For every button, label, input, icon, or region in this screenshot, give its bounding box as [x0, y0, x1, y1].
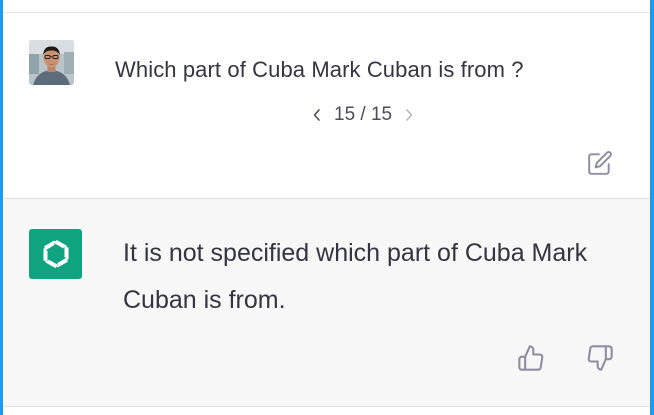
pager-separator: / — [360, 104, 366, 125]
thumbs-down-icon — [587, 345, 613, 371]
pager-total: 15 — [370, 104, 393, 125]
user-message-text: Which part of Cuba Mark Cuban is from ? — [115, 57, 524, 82]
pager-label: 15 / 15 — [334, 104, 392, 126]
chevron-left-icon — [313, 109, 320, 121]
next-message-edge — [3, 407, 650, 415]
assistant-message-text: It is not specified which part of Cuba M… — [123, 239, 588, 314]
chevron-right-icon — [406, 109, 413, 121]
edit-message-button[interactable] — [586, 149, 614, 177]
user-avatar — [29, 40, 74, 85]
previous-version-button[interactable] — [310, 105, 324, 125]
next-version-button[interactable] — [402, 105, 416, 125]
openai-logo-icon — [42, 239, 69, 269]
assistant-message-block: It is not specified which part of Cuba M… — [3, 199, 650, 406]
thumbs-up-icon — [518, 345, 544, 371]
pager-current: 15 — [334, 104, 356, 125]
thumbs-up-button[interactable] — [516, 343, 546, 373]
window-border-right — [650, 0, 654, 415]
edit-icon — [588, 151, 612, 175]
assistant-avatar — [29, 229, 82, 279]
message-pager: 15 / 15 — [310, 103, 416, 127]
user-message-block: Which part of Cuba Mark Cuban is from ? … — [3, 13, 650, 198]
thumbs-down-button[interactable] — [585, 343, 615, 373]
